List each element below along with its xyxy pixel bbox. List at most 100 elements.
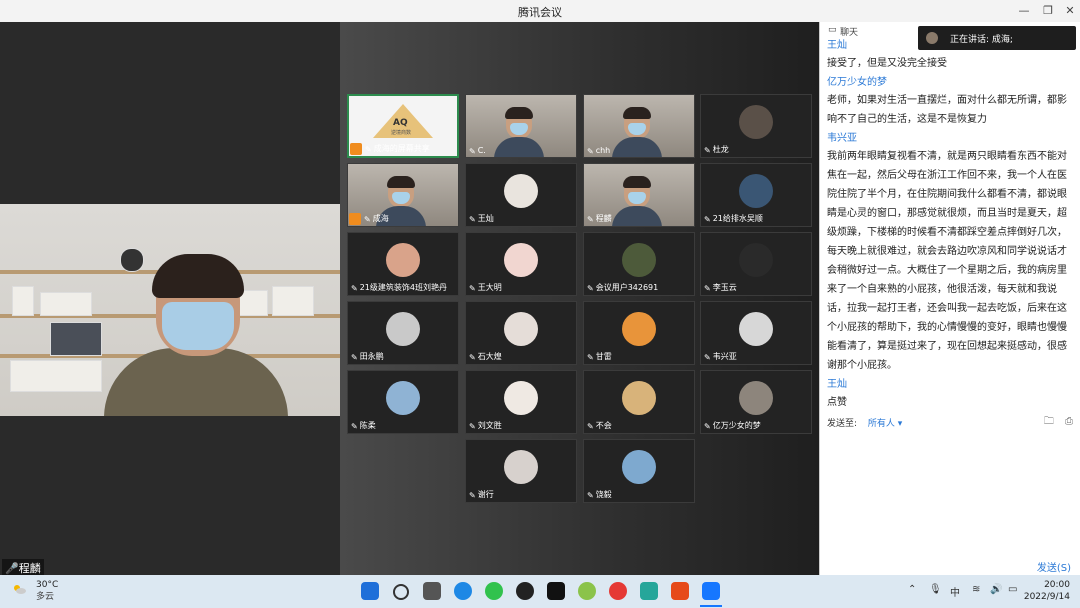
mic-muted-icon: ✎ <box>587 215 594 224</box>
participant-tile[interactable]: ✎ 刘文胜 <box>465 370 577 434</box>
task-view-icon[interactable] <box>423 582 441 600</box>
speaker-name-text: 程麟 <box>18 562 41 575</box>
participant-name-label: ✎ 亿万少女的梦 <box>704 420 761 431</box>
participant-name: 田永鹏 <box>359 352 384 361</box>
battery-icon[interactable]: ▭ <box>1008 584 1017 595</box>
qq-icon[interactable] <box>516 582 534 600</box>
edge-icon[interactable] <box>454 582 472 600</box>
participant-name: 成海的屏幕共享 <box>373 144 430 153</box>
chat-sender: 王灿 <box>827 379 847 390</box>
send-to-row: 发送至: 所有人 ▾ <box>827 416 902 429</box>
participant-tile[interactable]: ✎ 韦兴亚 <box>700 301 812 365</box>
wps-icon[interactable] <box>671 582 689 600</box>
mic-muted-icon: ✎ <box>469 491 476 500</box>
microphone-icon[interactable]: 🎙 <box>929 584 942 595</box>
weather-desc: 多云 <box>36 592 55 602</box>
tencent-meeting-icon[interactable] <box>702 582 720 600</box>
mic-muted-icon: ✎ <box>364 215 371 224</box>
participant-name: 甘雷 <box>595 352 612 361</box>
participant-name: 不会 <box>595 421 612 430</box>
send-button[interactable]: 发送(S) <box>1037 559 1071 574</box>
participant-tile[interactable]: ✎ 陈柔 <box>347 370 459 434</box>
participant-tile[interactable]: ✎ 甘雷 <box>583 301 695 365</box>
chat-input[interactable] <box>820 432 1080 556</box>
send-to-select[interactable]: 所有人 ▾ <box>868 419 902 429</box>
window-title: 腾讯会议 <box>518 6 562 19</box>
mic-muted-icon: ✎ <box>704 353 711 362</box>
participant-tile[interactable]: ✎ 21给排水吴顺 <box>700 163 812 227</box>
minimize-button[interactable]: — <box>1014 3 1034 19</box>
speaker-video <box>0 204 340 416</box>
participant-video <box>623 107 651 139</box>
chat-tools: 🗀 ⎙ <box>1044 414 1073 431</box>
chat-message-list[interactable]: 王灿 接受了，但是又没完全接受 亿万少女的梦 老师，如果对生活一直摆烂，面对什么都无所… <box>827 36 1074 416</box>
participant-avatar <box>504 174 538 208</box>
speaker-view[interactable]: 🎤程麟 <box>0 22 340 577</box>
mic-muted-icon: ✎ <box>704 215 711 224</box>
screenshot-icon[interactable]: ⎙ <box>1065 416 1073 427</box>
participant-name: 21级建筑装饰4班刘艳丹 <box>359 283 447 292</box>
participant-avatar <box>504 381 538 415</box>
file-icon[interactable]: 🗀 <box>1044 416 1054 427</box>
participant-name-label: ✎ 甘雷 <box>587 351 612 362</box>
participant-name-label: ✎ 陈柔 <box>351 420 376 431</box>
participant-avatar <box>739 243 773 277</box>
tiktok-icon[interactable] <box>547 582 565 600</box>
mic-muted-icon: ✎ <box>469 422 476 431</box>
participant-tile[interactable]: ✎ C. <box>465 94 577 158</box>
volume-icon[interactable]: 🔊 <box>990 584 1002 595</box>
mic-muted-icon: ✎ <box>469 284 476 293</box>
participant-tile[interactable]: ✎ 田永鹏 <box>347 301 459 365</box>
participant-tile[interactable]: ✎ 杜龙 <box>700 94 812 158</box>
participant-tile[interactable]: ✎ 李玉云 <box>700 232 812 296</box>
participant-tile[interactable]: ✎ 成海 <box>347 163 459 227</box>
participant-tile[interactable]: ✎ 王大明 <box>465 232 577 296</box>
participant-avatar <box>739 312 773 346</box>
participant-name: 亿万少女的梦 <box>712 421 761 430</box>
chat-icon: ▭ <box>828 25 837 35</box>
mic-muted-icon: ✎ <box>587 353 594 362</box>
chat-message: 点赞 <box>827 397 847 408</box>
search-icon[interactable] <box>393 584 409 600</box>
media-player-icon[interactable] <box>640 582 658 600</box>
restore-button[interactable]: ❐ <box>1038 3 1058 19</box>
clock[interactable]: 20:00 2022/9/14 <box>1024 579 1070 603</box>
netease-music-icon[interactable] <box>609 582 627 600</box>
participant-tile[interactable]: ✎ 谢行 <box>465 439 577 503</box>
participant-name-label: ✎ 刘文胜 <box>469 420 502 431</box>
participant-tile[interactable]: AQ 逆境商数 ✎ 成海的屏幕共享 <box>347 94 459 158</box>
participant-tile[interactable]: ✎ 会议用户342691 <box>583 232 695 296</box>
participant-name-label: ✎ 杜龙 <box>704 144 729 155</box>
mic-muted-icon: ✎ <box>365 145 372 154</box>
participant-tile[interactable]: ✎ 石大煌 <box>465 301 577 365</box>
start-icon[interactable] <box>361 582 379 600</box>
browser-icon[interactable] <box>578 582 596 600</box>
clock-time: 20:00 <box>1044 580 1070 590</box>
participant-name: 杜龙 <box>712 145 729 154</box>
participant-name: 陈柔 <box>359 421 376 430</box>
participant-tile[interactable]: ✎ 程麟 <box>583 163 695 227</box>
mic-muted-icon: ✎ <box>587 422 594 431</box>
participant-tile[interactable]: ✎ 不会 <box>583 370 695 434</box>
participant-tile[interactable]: ✎ 21级建筑装饰4班刘艳丹 <box>347 232 459 296</box>
participant-avatar <box>504 312 538 346</box>
participant-tile[interactable]: ✎ 饶毅 <box>583 439 695 503</box>
participant-tile[interactable]: ✎ 王灿 <box>465 163 577 227</box>
screen-share-preview: AQ 逆境商数 <box>349 96 457 142</box>
speaking-text: 正在讲话: 成海; <box>950 35 1013 45</box>
wechat-icon[interactable] <box>485 582 503 600</box>
mic-muted-icon: ✎ <box>351 353 358 362</box>
participant-name: 李玉云 <box>712 283 737 292</box>
participant-name-label: ✎ 程麟 <box>587 213 612 224</box>
mic-muted-icon: ✎ <box>704 146 711 155</box>
tray-expand-icon[interactable]: ⌃ <box>908 584 916 595</box>
participant-tile[interactable]: ✎ 亿万少女的梦 <box>700 370 812 434</box>
mic-muted-icon: ✎ <box>469 353 476 362</box>
participant-name: 谢行 <box>477 490 494 499</box>
wifi-icon[interactable]: ≋ <box>972 584 980 595</box>
ime-indicator[interactable]: 中 <box>950 584 960 599</box>
participant-tile[interactable]: ✎ chh <box>583 94 695 158</box>
participant-avatar <box>622 312 656 346</box>
close-button[interactable]: ✕ <box>1060 3 1080 19</box>
participant-avatar <box>386 312 420 346</box>
